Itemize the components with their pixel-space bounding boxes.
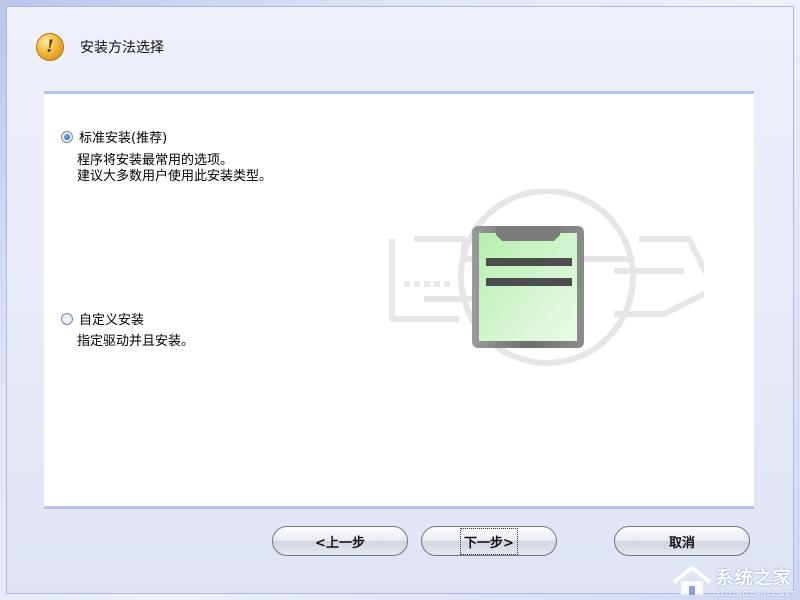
custom-install-option[interactable]: 自定义安装	[61, 309, 144, 328]
standard-install-label[interactable]: 标准安装(推荐)	[79, 127, 167, 146]
standard-install-desc-line-1: 程序将安装最常用的选项。	[77, 153, 234, 168]
content-panel: 标准安装(推荐) 程序将安装最常用的选项。 建议大多数用户使用此安装类型。 自定…	[44, 91, 754, 509]
next-button-label: 下一步>	[460, 527, 518, 555]
standard-install-radio[interactable]	[61, 130, 73, 143]
cancel-button[interactable]: 取消	[614, 526, 750, 556]
warning-icon: !	[36, 33, 64, 61]
standard-install-desc-line-2: 建议大多数用户使用此安装类型。	[77, 169, 273, 184]
next-button[interactable]: 下一步>	[421, 526, 557, 556]
back-button-label: <上一步	[315, 535, 365, 551]
custom-install-label[interactable]: 自定义安装	[79, 309, 144, 328]
custom-install-description: 指定驱动并且安装。	[77, 334, 194, 350]
watermark-text: 系统之家	[715, 568, 792, 589]
standard-install-description: 程序将安装最常用的选项。 建议大多数用户使用此安装类型。	[77, 153, 272, 185]
warning-glyph: !	[46, 37, 54, 57]
cancel-button-label: 取消	[668, 535, 695, 551]
back-button[interactable]: <上一步	[272, 526, 408, 556]
header: ! 安装方法选择	[36, 32, 164, 62]
page-title: 安装方法选择	[80, 40, 164, 56]
house-logo-icon	[670, 564, 714, 598]
clipboard-printer-icon	[384, 188, 717, 383]
custom-install-desc-line-1: 指定驱动并且安装。	[77, 334, 195, 349]
watermark-subtext: XITONGZHIJIA.NET	[715, 590, 796, 598]
standard-install-option[interactable]: 标准安装(推荐)	[61, 127, 167, 146]
custom-install-radio[interactable]	[61, 312, 73, 325]
watermark: 系统之家 XITONGZHIJIA.NET	[670, 564, 796, 598]
